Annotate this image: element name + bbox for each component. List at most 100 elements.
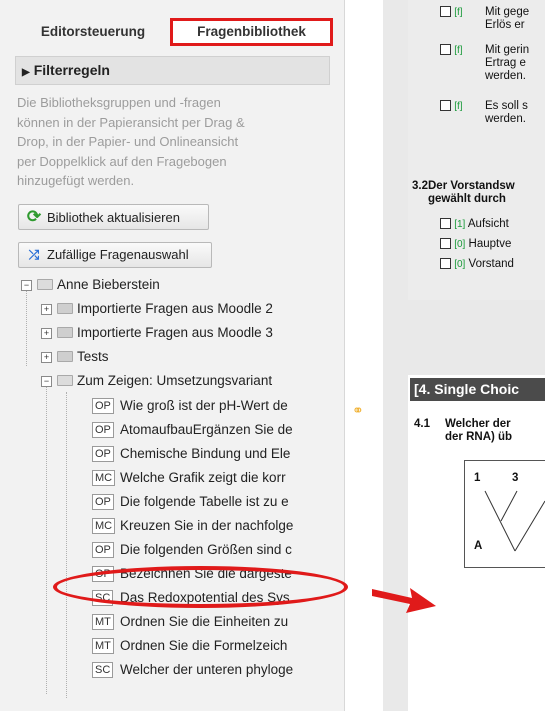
tree-node-label: Anne Bieberstein bbox=[57, 277, 160, 292]
question-type-badge: MT bbox=[92, 614, 114, 630]
answer-option[interactable]: [f] bbox=[440, 6, 463, 18]
question-item[interactable]: OP AtomaufbauErgänzen Sie de bbox=[0, 419, 344, 441]
answer-option[interactable]: [f] bbox=[440, 100, 463, 112]
option-tag: [f] bbox=[454, 7, 463, 18]
tab-fragenbibliothek[interactable]: Fragenbibliothek bbox=[170, 18, 333, 46]
tree-node-label: Importierte Fragen aus Moodle 2 bbox=[77, 301, 273, 316]
option-line: Es soll s bbox=[485, 100, 528, 112]
question-line: Welcher der bbox=[445, 418, 511, 430]
tree-node-label: Tests bbox=[77, 349, 109, 364]
question-line: gewählt durch bbox=[428, 193, 506, 205]
answer-option[interactable]: [0] Hauptve bbox=[440, 238, 511, 250]
question-item[interactable]: OP Chemische Bindung und Ele bbox=[0, 443, 344, 465]
question-type-badge: SC bbox=[92, 662, 114, 678]
checkbox[interactable] bbox=[440, 218, 451, 230]
question-item[interactable]: OP Die folgende Tabelle ist zu e bbox=[0, 491, 344, 513]
tree-label: 3 bbox=[512, 472, 519, 484]
chevron-right-icon: ▶ bbox=[22, 67, 30, 78]
help-line: Die Bibliotheksgruppen und -fragen bbox=[17, 95, 221, 110]
option-text: Hauptve bbox=[468, 238, 512, 250]
option-text: Es soll s werden. bbox=[485, 100, 528, 126]
expand-icon[interactable]: + bbox=[41, 304, 52, 315]
folder-open-icon bbox=[37, 279, 53, 290]
folder-icon bbox=[57, 351, 73, 362]
question-type-badge: OP bbox=[92, 398, 114, 414]
question-type-badge: OP bbox=[92, 422, 114, 438]
option-tag: [1] bbox=[454, 219, 466, 230]
checkbox[interactable] bbox=[440, 6, 451, 18]
answer-option[interactable]: [1] Aufsicht bbox=[440, 218, 509, 230]
tree-node-folder[interactable]: − Zum Zeigen: Umsetzungsvariant bbox=[0, 370, 344, 392]
question-label: Wie groß ist der pH-Wert de bbox=[120, 398, 288, 413]
refresh-library-label: Bibliothek aktualisieren bbox=[47, 210, 180, 225]
question-number: 4.1 bbox=[414, 418, 430, 430]
refresh-icon: ⟳ bbox=[26, 207, 42, 226]
question-label: Kreuzen Sie in der nachfolge bbox=[120, 518, 294, 533]
tree-node-folder[interactable]: + Tests bbox=[0, 346, 344, 368]
option-line: Mit gerin bbox=[485, 44, 530, 56]
tab-editorsteuerung[interactable]: Editorsteuerung bbox=[18, 20, 168, 44]
question-label: AtomaufbauErgänzen Sie de bbox=[120, 422, 293, 437]
option-text: Mit gege Erlös er bbox=[485, 6, 529, 32]
question-item[interactable]: MT Ordnen Sie die Formelzeich bbox=[0, 635, 344, 657]
option-line: werden. bbox=[485, 70, 526, 82]
tree-node-folder[interactable]: + Importierte Fragen aus Moodle 3 bbox=[0, 322, 344, 344]
question-type-badge: OP bbox=[92, 446, 114, 462]
option-text: Aufsicht bbox=[467, 218, 509, 230]
tree-node-folder[interactable]: + Importierte Fragen aus Moodle 2 bbox=[0, 298, 344, 320]
highlight-ellipse bbox=[53, 566, 348, 608]
question-item[interactable]: MC Welche Grafik zeigt die korr bbox=[0, 467, 344, 489]
help-line: per Doppelklick auf den Fragebogen bbox=[17, 153, 227, 169]
option-text: Vorstand bbox=[468, 258, 514, 270]
help-line: können in der Papieransicht per Drag & bbox=[17, 114, 245, 130]
collapse-icon[interactable]: − bbox=[21, 280, 32, 291]
folder-icon bbox=[57, 303, 73, 314]
answer-option[interactable]: [0] Vorstand bbox=[440, 258, 514, 270]
question-line: der RNA) üb bbox=[445, 431, 513, 443]
checkbox[interactable] bbox=[440, 100, 451, 112]
question-item[interactable]: SC Welcher der unteren phyloge bbox=[0, 659, 344, 681]
question-item[interactable]: MT Ordnen Sie die Einheiten zu bbox=[0, 611, 344, 633]
help-line: Drop, in der Papier- und Onlineansicht bbox=[17, 134, 239, 149]
option-line: werden. bbox=[485, 113, 526, 125]
question-label: Die folgende Tabelle ist zu e bbox=[120, 494, 289, 509]
checkbox[interactable] bbox=[440, 44, 451, 56]
tree-label: A bbox=[474, 540, 483, 552]
option-text: Mit gerin Ertrag e werden. bbox=[485, 44, 529, 83]
section-heading: [4. Single Choic bbox=[410, 378, 545, 401]
collapse-icon[interactable]: − bbox=[41, 376, 52, 387]
drag-grip-icon[interactable]: ⚭ bbox=[352, 402, 364, 419]
checkbox[interactable] bbox=[440, 238, 451, 250]
question-number: 3.2 bbox=[412, 180, 428, 192]
question-type-badge: OP bbox=[92, 494, 114, 510]
tree-node-label: Zum Zeigen: Umsetzungsvariant bbox=[77, 373, 273, 388]
question-type-badge: MC bbox=[92, 470, 116, 486]
question-item[interactable]: OP Die folgenden Größen sind c bbox=[0, 539, 344, 561]
question-type-badge: OP bbox=[92, 542, 114, 558]
checkbox[interactable] bbox=[440, 258, 451, 270]
filter-rules-header[interactable]: ▶ Filterregeln bbox=[15, 56, 330, 85]
expand-icon[interactable]: + bbox=[41, 328, 52, 339]
tree-label: 1 bbox=[474, 472, 481, 484]
question-label: Welche Grafik zeigt die korr bbox=[120, 470, 286, 485]
option-tag: [f] bbox=[454, 101, 463, 112]
folder-icon bbox=[57, 327, 73, 338]
tree-node-root[interactable]: − Anne Bieberstein bbox=[0, 274, 344, 296]
question-type-badge: MT bbox=[92, 638, 114, 654]
filter-rules-label: Filterregeln bbox=[33, 62, 110, 78]
library-help-text: Die Bibliotheksgruppen und -fragen könne… bbox=[17, 93, 317, 191]
question-label: Chemische Bindung und Ele bbox=[120, 446, 291, 461]
option-tag: [f] bbox=[454, 45, 463, 56]
question-label: Die folgenden Größen sind c bbox=[120, 542, 292, 557]
expand-icon[interactable]: + bbox=[41, 352, 52, 363]
option-tag: [0] bbox=[454, 259, 466, 270]
answer-option[interactable]: [f] bbox=[440, 44, 463, 56]
refresh-library-button[interactable]: ⟳ Bibliothek aktualisieren bbox=[18, 204, 209, 230]
option-tag: [0] bbox=[454, 239, 466, 250]
question-line: Der Vorstandsw bbox=[428, 180, 515, 192]
tree-node-label: Importierte Fragen aus Moodle 3 bbox=[77, 325, 273, 340]
question-type-badge: MC bbox=[92, 518, 116, 534]
random-questions-button[interactable]: ⤮ Zufällige Fragenauswahl bbox=[18, 242, 212, 268]
question-item[interactable]: OP Wie groß ist der pH-Wert de bbox=[0, 395, 344, 417]
question-item[interactable]: MC Kreuzen Sie in der nachfolge bbox=[0, 515, 344, 537]
